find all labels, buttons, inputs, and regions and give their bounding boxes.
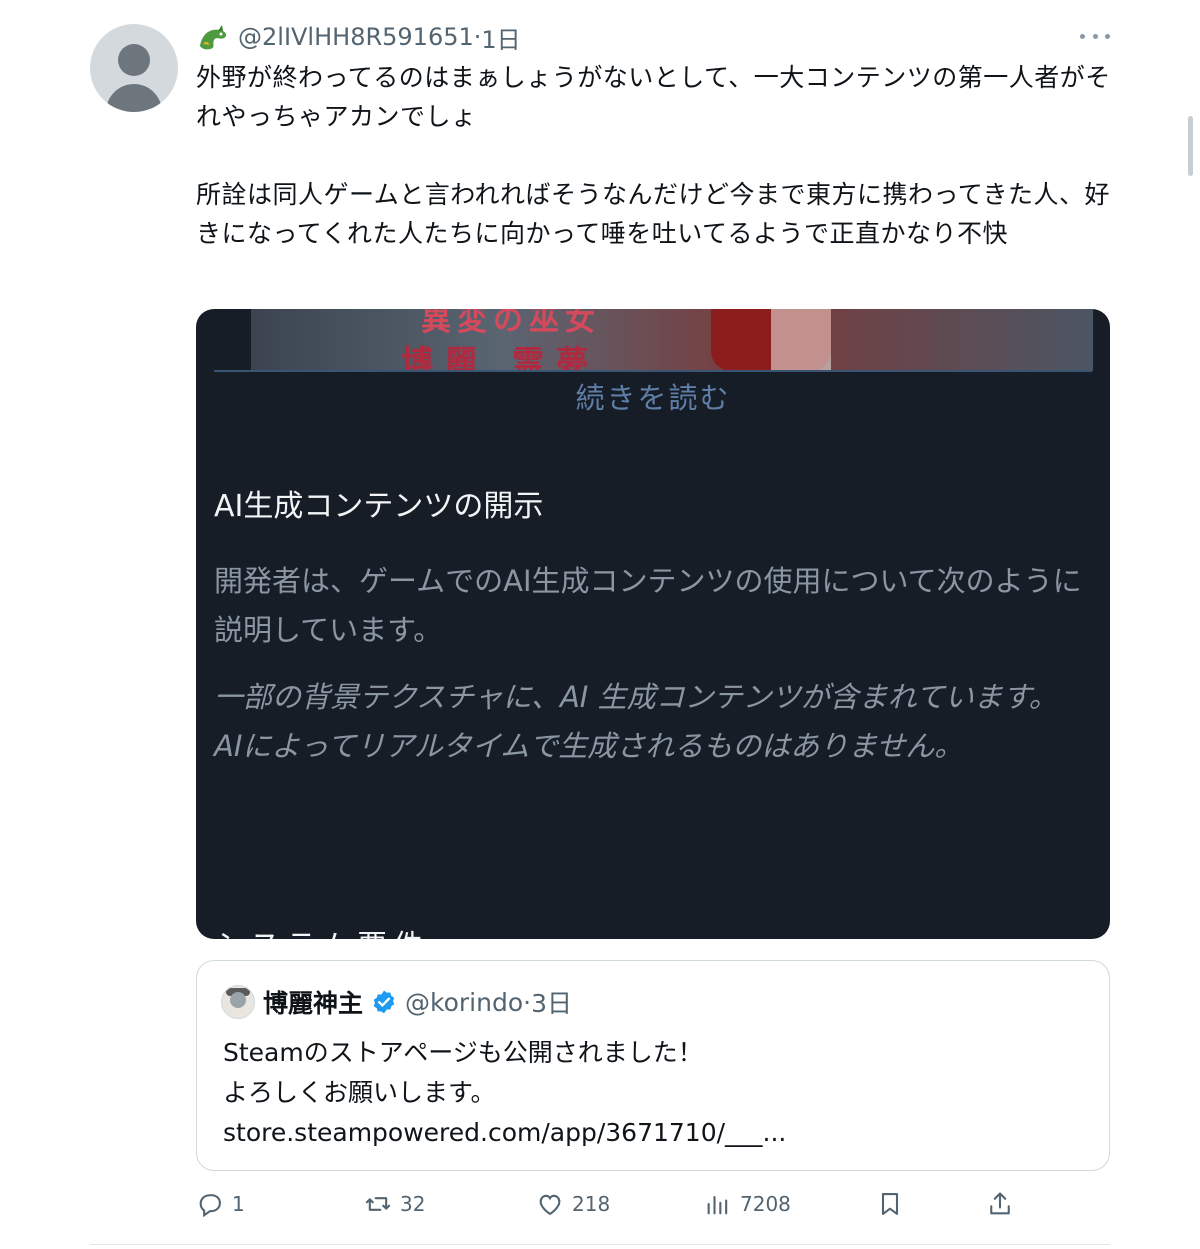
reply-count: 1 (232, 1192, 245, 1216)
retweet-icon (365, 1197, 391, 1211)
like-count: 218 (572, 1192, 611, 1216)
avatar-head-shape (118, 44, 150, 76)
ai-disclosure-quote: 一部の背景テクスチャに、AI 生成コンテンツが含まれています。 AIによってリア… (214, 680, 1058, 763)
quoted-header: 博麗神主 @korindo · 3日 (263, 983, 572, 1021)
tweet-header: @2lIVlHH8R591651 · 1日 (196, 20, 521, 54)
header-separator: · (473, 23, 482, 51)
tweet-actions-bar: 1 32 218 7208 (196, 1186, 1026, 1222)
tweet-avatar[interactable] (90, 24, 178, 112)
retweet-count: 32 (400, 1192, 426, 1216)
share-button[interactable] (986, 1186, 1022, 1222)
more-options-icon[interactable] (1080, 24, 1110, 48)
ai-disclosure-paragraph: 開発者は、ゲームでのAI生成コンテンツの使用について次のように説明しています。 (214, 564, 1082, 647)
reply-icon (199, 1194, 221, 1218)
system-requirements-heading-cut: システム要件 (214, 921, 429, 939)
quoted-time: 3日 (531, 989, 572, 1018)
quoted-tweet[interactable]: 博麗神主 @korindo · 3日 Steamのストアページも公開されました！… (196, 960, 1110, 1171)
tweet-text: 外野が終わってるのはまぁしょうがないとして、一大コンテンツの第一人者がそれやっち… (196, 63, 1111, 248)
quoted-avatar (221, 985, 255, 1019)
verified-badge-icon (373, 990, 395, 1014)
share-icon (990, 1192, 1010, 1215)
banner-text-top: 異変の巫女 (421, 309, 601, 338)
media-divider (214, 370, 1092, 372)
heart-icon (539, 1194, 561, 1216)
banner-text-bottom: 博麗 霊夢 (401, 343, 601, 371)
tweet-time[interactable]: 1日 (481, 20, 520, 55)
quoted-separator: · (523, 987, 532, 1017)
reply-button[interactable]: 1 (196, 1186, 245, 1222)
views-chart-icon (707, 1195, 728, 1215)
views-count: 7208 (740, 1192, 791, 1216)
tweet-handle[interactable]: @2lIVlHH8R591651 (238, 23, 474, 51)
bookmark-icon (881, 1193, 899, 1215)
quoted-text: Steamのストアページも公開されました！ よろしくお願いします。 store.… (223, 1038, 787, 1147)
tweet-divider (90, 1244, 1110, 1245)
quoted-display-name: 博麗神主 (263, 989, 364, 1018)
bookmark-button[interactable] (876, 1186, 912, 1222)
banner-character-sleeve (771, 309, 831, 371)
views-button[interactable]: 7208 (704, 1186, 791, 1222)
tweet-media-image[interactable]: 異変の巫女 博麗 霊夢 続きを読む AI生成コンテンツの開示 開発者は、ゲームで… (196, 309, 1110, 939)
read-more-link: 続きを読む (575, 381, 731, 415)
user-dragon-icon (200, 25, 227, 50)
quoted-handle: @korindo (405, 987, 524, 1017)
avatar-face-shape (230, 992, 246, 1008)
ai-disclosure-heading: AI生成コンテンツの開示 (214, 489, 544, 524)
avatar-body-shape (106, 84, 162, 112)
game-banner-image: 異変の巫女 博麗 霊夢 (251, 309, 1093, 371)
retweet-button[interactable]: 32 (364, 1186, 425, 1222)
like-button[interactable]: 218 (536, 1186, 610, 1222)
page-scrollbar[interactable] (1188, 116, 1193, 176)
